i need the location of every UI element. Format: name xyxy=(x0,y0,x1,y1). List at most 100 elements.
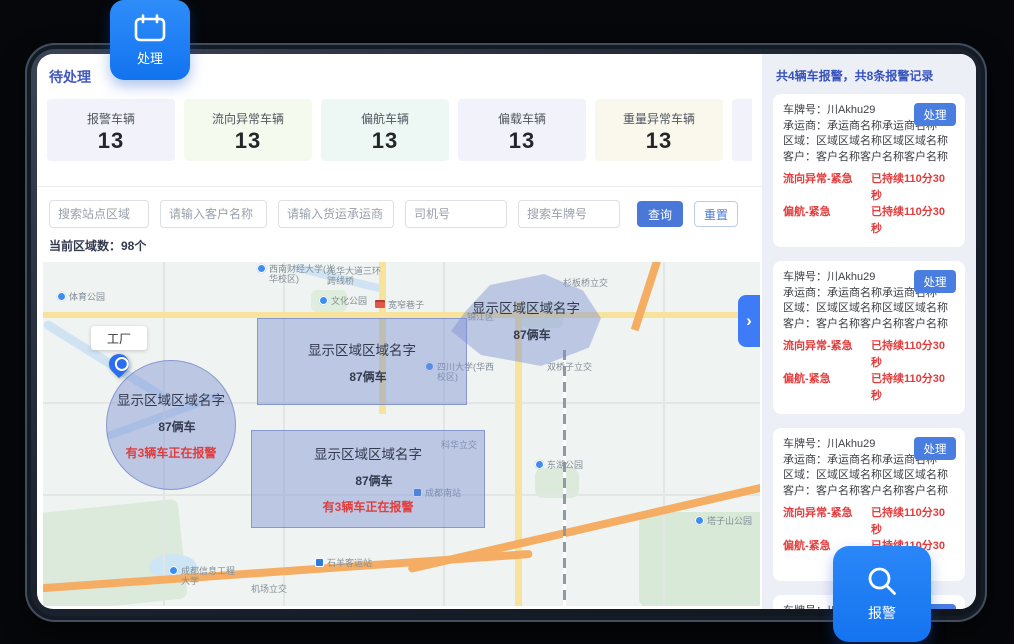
region-vehicle-count: 87俩车 xyxy=(355,472,392,489)
alert-card: 处理 车牌号：川Akhu29承运商：承运商名称承运商名称区域：区域区域名称区域区… xyxy=(773,94,965,247)
alert-field: 区域：区域区域名称区域区域名称 xyxy=(783,134,955,150)
place-name: 塔子山公园 xyxy=(707,516,752,526)
calendar-icon xyxy=(134,14,166,42)
stat-card: 重量异常车辆 13 xyxy=(595,99,723,161)
handle-alert-button[interactable]: 处理 xyxy=(914,103,956,126)
field-label: 区域： xyxy=(783,135,816,147)
alarm-row: 流向异常-紧急已持续110分30秒 xyxy=(783,505,955,538)
field-value: 川Akhu29 xyxy=(827,104,875,116)
region-vehicle-count: 87俩车 xyxy=(513,326,550,343)
poi-icon xyxy=(695,516,704,525)
map-place-label: 宽窄巷子 xyxy=(375,300,424,310)
stat-label: 重量异常车辆 xyxy=(595,110,723,127)
alarm-row: 流向异常-紧急已持续110分30秒 xyxy=(783,171,955,204)
chevron-right-icon: › xyxy=(746,311,752,331)
alarm-type: 偏航-紧急 xyxy=(783,204,871,237)
place-name: 双桥子立交 xyxy=(547,362,592,372)
section-divider xyxy=(37,186,762,187)
driver-number-input[interactable] xyxy=(405,200,507,228)
field-label: 承运商： xyxy=(783,120,827,132)
filter-bar: 查询 重置 xyxy=(49,200,752,228)
stat-label: 偏航车辆 xyxy=(321,110,449,127)
alarm-duration: 已持续110分30秒 xyxy=(871,171,955,204)
stat-label: 偏载车辆 xyxy=(458,110,586,127)
stat-value: 13 xyxy=(184,128,312,154)
stats-row: 报警车辆 13 流向异常车辆 13 偏航车辆 13 偏载车辆 13 重量异常车辆… xyxy=(47,99,752,161)
map-region-rect[interactable]: 显示区域区域名字 87俩车 xyxy=(257,318,467,405)
alert-field: 客户：客户名称客户名称客户名称 xyxy=(783,317,955,333)
alert-field: 客户：客户名称客户名称客户名称 xyxy=(783,484,955,500)
handle-alert-button[interactable]: 处理 xyxy=(914,437,956,460)
map-railway xyxy=(563,350,566,606)
field-label: 区域： xyxy=(783,302,816,314)
place-name: 成都信息工程大学 xyxy=(181,566,239,586)
map-place-label: 成都信息工程大学 xyxy=(169,566,239,586)
stat-value: 13 xyxy=(595,128,723,154)
alert-field: 客户：客户名称客户名称客户名称 xyxy=(783,150,955,166)
reset-button[interactable]: 重置 xyxy=(694,201,738,227)
place-name: 东湖公园 xyxy=(547,460,583,470)
field-label: 客户： xyxy=(783,485,816,497)
alert-field: 区域：区域区域名称区域区域名称 xyxy=(783,468,955,484)
region-name: 显示区域区域名字 xyxy=(117,389,225,409)
poi-icon xyxy=(535,460,544,469)
main-panel: 待处理 报警车辆 13 流向异常车辆 13 偏航车辆 13 偏载车辆 13 重量… xyxy=(37,54,762,609)
process-fab-button[interactable]: 处理 xyxy=(110,0,190,80)
alarm-duration: 已持续110分30秒 xyxy=(871,204,955,237)
map-place-label: 机场立交 xyxy=(251,584,287,594)
alert-list: 处理 车牌号：川Akhu29承运商：承运商名称承运商名称区域：区域区域名称区域区… xyxy=(773,94,965,609)
field-label: 车牌号： xyxy=(783,104,827,116)
alarm-type: 流向异常-紧急 xyxy=(783,505,871,538)
region-alarm-text: 有3辆车正在报警 xyxy=(126,444,217,461)
alerts-sidebar: 共4辆车报警，共8条报警记录 处理 车牌号：川Akhu29承运商：承运商名称承运… xyxy=(762,54,976,609)
alert-alarms: 流向异常-紧急已持续110分30秒偏航-紧急已持续110分30秒 xyxy=(783,338,955,404)
carrier-input[interactable] xyxy=(278,200,394,228)
handle-alert-button[interactable]: 处理 xyxy=(914,270,956,293)
plate-search-input[interactable] xyxy=(518,200,620,228)
map-place-label: 东湖公园 xyxy=(535,460,583,470)
alarm-row: 偏航-紧急已持续110分30秒 xyxy=(783,204,955,237)
customer-name-input[interactable] xyxy=(160,200,267,228)
alarm-row: 流向异常-紧急已持续110分30秒 xyxy=(783,338,955,371)
stat-card xyxy=(732,99,752,161)
factory-marker-label: 工厂 xyxy=(91,326,147,350)
field-label: 车牌号： xyxy=(783,605,827,609)
map-place-label: 西南财经大学(光华校区) xyxy=(257,264,341,284)
region-count: 当前区域数：98个 xyxy=(49,237,762,254)
stat-label: 流向异常车辆 xyxy=(184,110,312,127)
field-value: 客户名称客户名称客户名称 xyxy=(816,318,948,330)
map-park xyxy=(639,512,760,606)
region-vehicle-count: 87俩车 xyxy=(158,418,195,435)
map-place-label: 体育公园 xyxy=(57,292,105,302)
place-name: 文化公园 xyxy=(331,296,367,306)
place-name: 石羊客运站 xyxy=(327,558,372,568)
alarm-fab-button[interactable]: 报警 xyxy=(833,546,931,642)
region-name: 显示区域区域名字 xyxy=(308,339,416,359)
map-canvas[interactable]: 体育公园光华大道三环跨线桥西南财经大学(光华校区)文化公园宽窄巷子锦江区杉板桥立… xyxy=(43,262,760,606)
search-icon xyxy=(866,565,898,597)
poi-icon xyxy=(319,296,328,305)
alert-alarms: 流向异常-紧急已持续110分30秒偏航-紧急已持续110分30秒 xyxy=(783,171,955,237)
expand-panel-button[interactable]: › xyxy=(738,295,760,347)
region-vehicle-count: 87俩车 xyxy=(349,368,386,385)
field-label: 承运商： xyxy=(783,287,827,299)
region-name: 显示区域区域名字 xyxy=(472,297,580,317)
region-alarm-text: 有3辆车正在报警 xyxy=(323,498,414,515)
alert-card: 处理 车牌号：川Akhu29承运商：承运商名称承运商名称区域：区域区域名称区域区… xyxy=(773,261,965,414)
region-name: 显示区域区域名字 xyxy=(314,443,422,463)
map-highway xyxy=(631,262,663,331)
field-value: 川Akhu29 xyxy=(827,271,875,283)
field-value: 区域区域名称区域区域名称 xyxy=(816,302,948,314)
alerts-summary: 共4辆车报警，共8条报警记录 xyxy=(776,67,965,84)
map-region-rect[interactable]: 显示区域区域名字 87俩车 有3辆车正在报警 xyxy=(251,430,485,528)
field-label: 承运商： xyxy=(783,454,827,466)
map-region-circle[interactable]: 显示区域区域名字 87俩车 有3辆车正在报警 xyxy=(106,360,236,490)
site-region-search-input[interactable] xyxy=(49,200,149,228)
field-label: 车牌号： xyxy=(783,271,827,283)
query-button[interactable]: 查询 xyxy=(637,201,683,227)
field-label: 区域： xyxy=(783,469,816,481)
alarm-row: 偏航-紧急已持续110分30秒 xyxy=(783,371,955,404)
stat-card: 偏航车辆 13 xyxy=(321,99,449,161)
field-value: 区域区域名称区域区域名称 xyxy=(816,469,948,481)
alarm-type: 流向异常-紧急 xyxy=(783,171,871,204)
